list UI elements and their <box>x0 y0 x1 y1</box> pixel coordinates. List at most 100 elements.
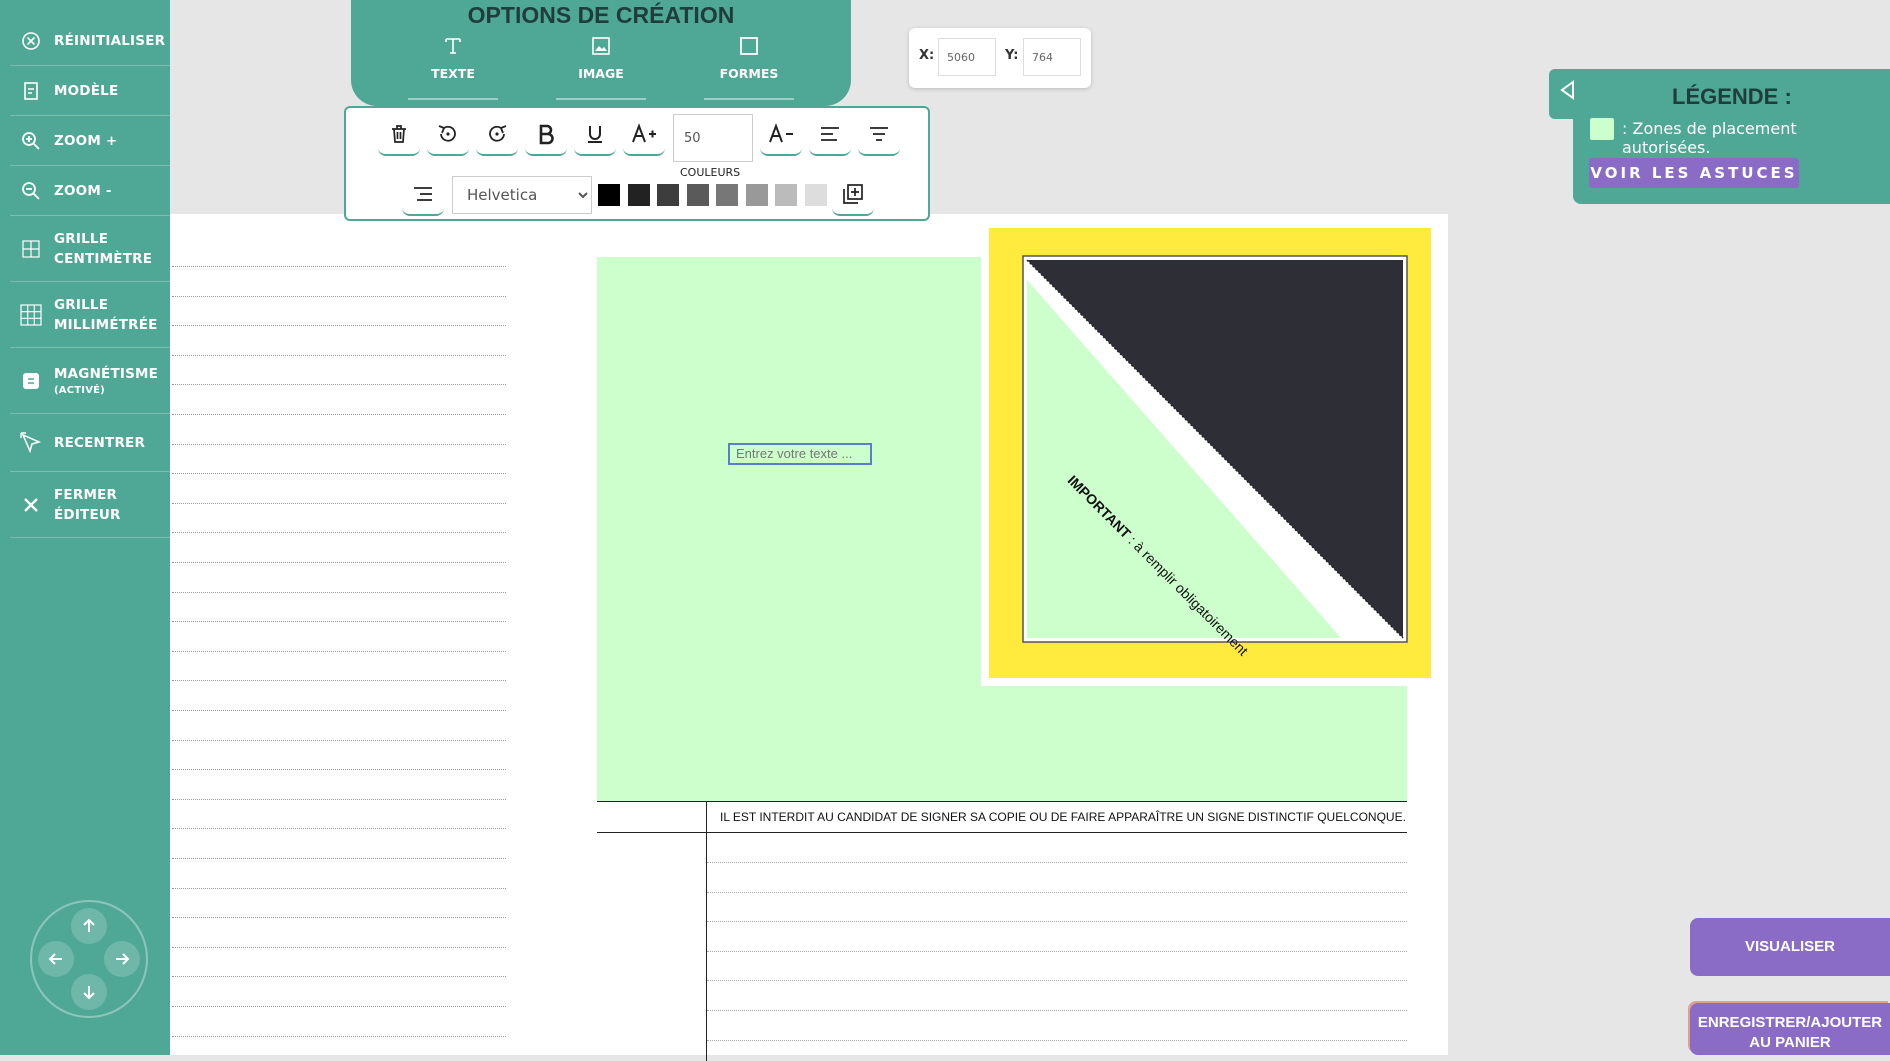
writing-line <box>172 621 506 623</box>
color-swatch[interactable] <box>686 184 709 206</box>
color-swatch[interactable] <box>716 184 738 206</box>
magnetism-button[interactable]: MAGNÉTISME (ACTIVÉ) <box>10 348 170 414</box>
writing-line <box>172 828 506 830</box>
move-left-button[interactable] <box>38 941 74 977</box>
close-icon <box>20 494 42 516</box>
collapse-legend-button[interactable] <box>1558 79 1578 105</box>
template-icon <box>20 80 42 102</box>
font-size-input[interactable] <box>673 114 753 162</box>
signature-warning: IL EST INTERDIT AU CANDIDAT DE SIGNER SA… <box>720 810 1406 824</box>
answer-line <box>707 950 1407 952</box>
writing-line <box>172 562 506 563</box>
delete-button[interactable] <box>378 114 420 156</box>
grid-mm-icon <box>20 303 42 326</box>
color-swatch[interactable] <box>627 184 650 206</box>
color-swatch[interactable] <box>745 184 768 206</box>
zoom-in-label: ZOOM + <box>54 132 118 149</box>
recenter-button[interactable]: RECENTRER <box>10 414 170 472</box>
colors-label: COULEURS <box>680 166 741 179</box>
save-add-cart-button[interactable]: ENREGISTRER/AJOUTER AU PANIER <box>1690 1003 1890 1055</box>
navigation-pad <box>30 900 148 1018</box>
text-toolbar: COULEURS Helvetica <box>344 106 930 221</box>
increase-font-button[interactable] <box>623 114 665 156</box>
color-swatch[interactable] <box>804 184 827 206</box>
writing-line <box>172 266 506 267</box>
zoom-out-button[interactable]: ZOOM - <box>10 166 170 216</box>
align-center-button[interactable] <box>858 114 900 156</box>
answer-line <box>707 980 1407 982</box>
template-button[interactable]: MODÈLE <box>10 66 170 116</box>
reset-button[interactable]: RÉINITIALISER <box>10 16 170 66</box>
rotate-left-button[interactable] <box>427 114 469 156</box>
shape-tool-label: FORMES <box>719 66 779 81</box>
sidebar: RÉINITIALISER MODÈLE ZOOM + ZOOM - GRILL… <box>0 0 170 1055</box>
align-left-icon <box>821 127 839 141</box>
y-coordinate-input[interactable] <box>1023 38 1081 76</box>
writing-line <box>172 414 506 415</box>
grid-cm-icon <box>20 238 42 260</box>
legend-allowed-text: : Zones de placement autorisées. <box>1622 119 1797 157</box>
document-page: IMPORTANT : à remplir obligatoirement En… <box>170 214 1448 1061</box>
text-icon <box>445 38 461 54</box>
arrow-left-icon <box>48 953 62 965</box>
arrow-right-icon <box>116 953 130 965</box>
creation-title: OPTIONS DE CRÉATION <box>467 2 735 28</box>
text-tool-label: TEXTE <box>431 66 475 81</box>
creation-options-panel: OPTIONS DE CRÉATION TEXTE IMAGE FORMES <box>351 0 851 106</box>
color-swatch[interactable] <box>657 184 679 206</box>
arrow-up-icon <box>83 918 95 932</box>
add-image-button[interactable]: IMAGE <box>556 36 646 100</box>
arrow-down-icon <box>83 986 95 1000</box>
preview-button[interactable]: VISUALISER <box>1690 918 1890 976</box>
allowed-zone-swatch <box>1590 118 1614 140</box>
answer-line <box>707 1010 1407 1011</box>
rotate-right-button[interactable] <box>476 114 518 156</box>
bold-button[interactable] <box>525 114 567 156</box>
coordinates-panel: X: Y: <box>909 28 1091 88</box>
align-center-icon <box>870 127 888 141</box>
font-increase-icon <box>632 123 656 143</box>
view-tips-button[interactable]: VOIR LES ASTUCES <box>1589 158 1799 188</box>
align-right-button[interactable] <box>402 174 444 216</box>
answer-line <box>707 921 1407 923</box>
close-editor-button[interactable]: FERMER ÉDITEUR <box>10 472 170 538</box>
move-right-button[interactable] <box>104 941 140 977</box>
grid-mm-button[interactable]: GRILLE MILLIMÉTRÉE <box>10 282 170 348</box>
color-swatch[interactable] <box>775 184 797 206</box>
color-swatch[interactable] <box>598 184 620 206</box>
zoom-in-button[interactable]: ZOOM + <box>10 116 170 166</box>
bold-icon <box>539 124 554 145</box>
warning-top-rule <box>597 801 1407 802</box>
writing-line <box>172 1035 506 1037</box>
writing-line <box>172 650 506 652</box>
move-down-button[interactable] <box>71 974 107 1010</box>
duplicate-button[interactable] <box>832 174 874 216</box>
writing-line <box>172 769 506 771</box>
writing-line <box>172 443 506 445</box>
decrease-font-button[interactable] <box>760 114 802 156</box>
magnetism-status: (ACTIVÉ) <box>54 384 105 396</box>
triangle-left-icon <box>1560 80 1574 100</box>
grid-cm-button[interactable]: GRILLE CENTIMÈTRE <box>10 216 170 282</box>
move-up-button[interactable] <box>71 908 107 944</box>
text-input-placeholder[interactable]: Entrez votre texte ... <box>728 443 872 465</box>
reset-label: RÉINITIALISER <box>54 32 166 49</box>
magnetism-label: MAGNÉTISME (ACTIVÉ) <box>54 364 158 398</box>
shape-square-icon <box>740 37 758 55</box>
writing-line <box>172 473 506 475</box>
underline-button[interactable] <box>574 114 616 156</box>
rotate-left-icon <box>438 125 456 142</box>
answer-line <box>707 891 1407 893</box>
zoom-out-icon <box>20 180 42 202</box>
add-shape-button[interactable]: FORMES <box>704 36 794 100</box>
underline-icon <box>588 126 602 143</box>
add-text-button[interactable]: TEXTE <box>408 36 498 100</box>
warning-bottom-rule <box>597 832 1407 833</box>
align-right-icon <box>414 187 432 201</box>
writing-line <box>172 976 506 978</box>
font-family-select[interactable]: Helvetica <box>452 176 592 214</box>
recenter-icon <box>20 431 42 454</box>
x-coordinate-input[interactable] <box>938 38 996 76</box>
reset-icon <box>20 30 42 52</box>
align-left-button[interactable] <box>809 114 851 156</box>
